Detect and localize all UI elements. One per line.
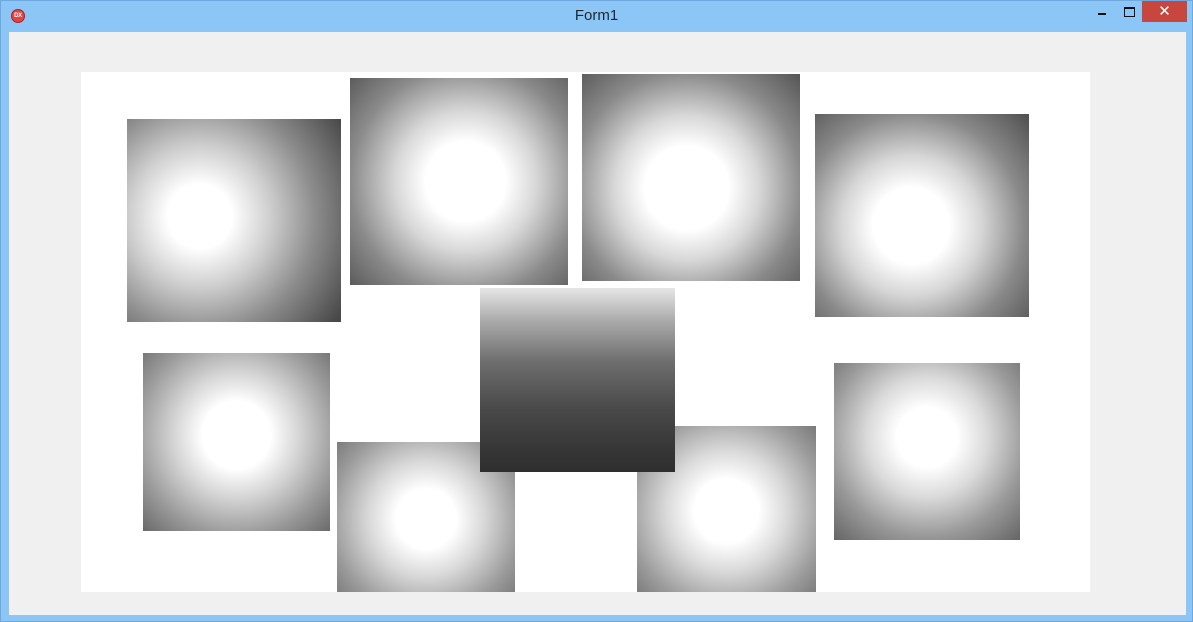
minimize-icon <box>1098 12 1106 15</box>
gradient-tile-2 <box>350 78 568 285</box>
gradient-tile-3 <box>582 74 800 281</box>
gradient-tile-4 <box>815 114 1029 317</box>
title-bar[interactable]: DX Form1 ✕ <box>1 1 1192 31</box>
maximize-button[interactable] <box>1116 1 1142 22</box>
close-icon: ✕ <box>1158 2 1171 20</box>
image-canvas <box>81 72 1090 592</box>
window-title: Form1 <box>574 7 619 24</box>
minimize-button[interactable] <box>1089 1 1115 22</box>
app-window: DX Form1 ✕ <box>0 0 1193 622</box>
form-client-area <box>9 32 1186 615</box>
close-button[interactable]: ✕ <box>1142 1 1187 22</box>
gradient-tile-5 <box>143 353 330 531</box>
gradient-tile-8 <box>834 363 1020 540</box>
gradient-tile-1 <box>127 119 341 322</box>
maximize-icon <box>1123 6 1135 17</box>
gradient-tile-9 <box>480 288 675 472</box>
